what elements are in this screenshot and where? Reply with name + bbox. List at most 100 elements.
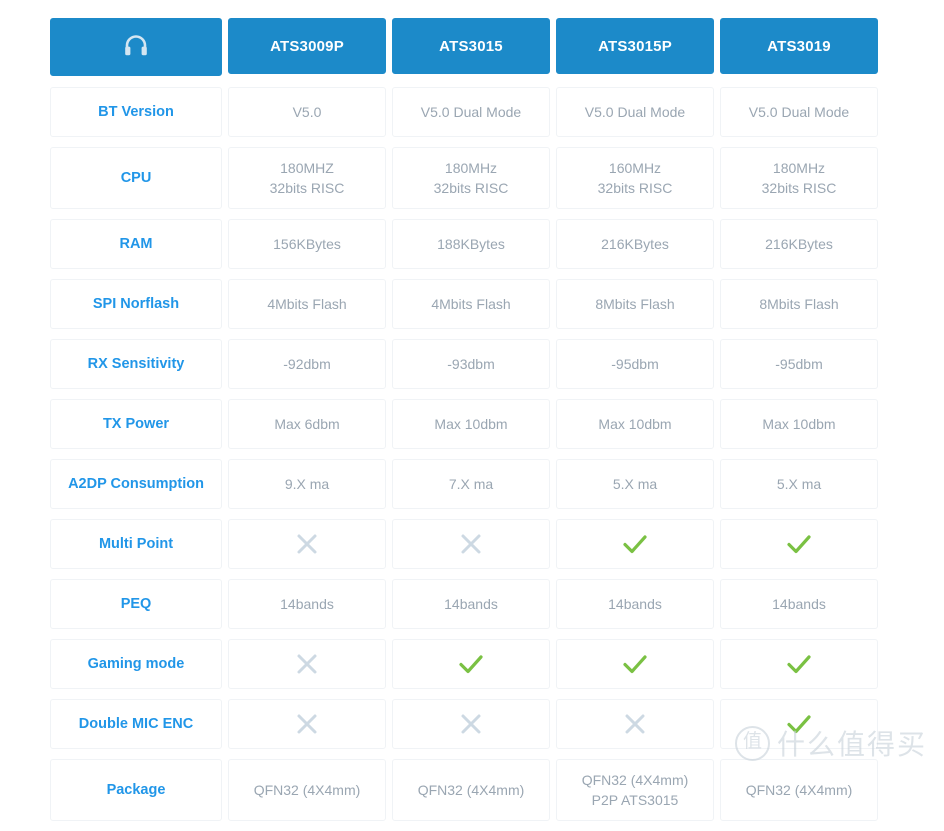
cell-value: -92dbm: [283, 355, 331, 372]
table-cell: [392, 519, 550, 569]
cell-value: QFN32 (4X4mm): [253, 781, 361, 798]
table-cell: [228, 639, 386, 689]
table-cell: [556, 699, 714, 749]
row-label: TX Power: [102, 415, 170, 432]
table-cell: 188KBytes: [392, 219, 550, 269]
row-label: BT Version: [98, 103, 174, 120]
check-icon: [622, 653, 648, 675]
table-grid: ATS3009P ATS3015 ATS3015P ATS3019 BT Ver…: [50, 18, 884, 831]
cell-value: 216KBytes: [601, 235, 669, 252]
table-row: BT Version V5.0 V5.0 Dual Mode V5.0 Dual Mo…: [50, 87, 884, 147]
cell-value: QFN32 (4X4mm): [745, 781, 853, 798]
table-cell: 8Mbits Flash: [720, 279, 878, 329]
header-label: ATS3015: [439, 37, 503, 55]
row-label-cell: RAM: [50, 219, 222, 269]
headphone-icon: [123, 33, 149, 61]
row-label-cell: A2DP Consumption: [50, 459, 222, 509]
header-cell-ats3009p: ATS3009P: [228, 18, 386, 74]
table-cell: V5.0 Dual Mode: [720, 87, 878, 137]
cell-value: 188KBytes: [437, 235, 505, 252]
cell-value: V5.0 Dual Mode: [748, 103, 850, 120]
row-label-cell: CPU: [50, 147, 222, 209]
row-label-cell: BT Version: [50, 87, 222, 137]
table-cell: 7.X ma: [392, 459, 550, 509]
table-cell: [392, 639, 550, 689]
cell-value: 5.X ma: [776, 475, 822, 492]
cell-value: V5.0: [292, 103, 322, 120]
table-cell: QFN32 (4X4mm): [228, 759, 386, 821]
table-cell: -95dbm: [556, 339, 714, 389]
row-label: Double MIC ENC: [78, 715, 194, 732]
table-cell: V5.0 Dual Mode: [392, 87, 550, 137]
header-cell-ats3019: ATS3019: [720, 18, 878, 74]
row-label-cell: PEQ: [50, 579, 222, 629]
check-icon: [622, 533, 648, 555]
cross-icon: [623, 712, 647, 736]
cell-value: -95dbm: [775, 355, 823, 372]
row-label: Package: [106, 781, 166, 798]
cross-icon: [459, 712, 483, 736]
table-row: CPU 180MHZ 32bits RISC 180MHz 32bits RISC 1…: [50, 147, 884, 219]
table-cell: 14bands: [720, 579, 878, 629]
cross-icon: [295, 532, 319, 556]
cross-icon: [295, 712, 319, 736]
row-label-cell: TX Power: [50, 399, 222, 449]
table-cell: 14bands: [556, 579, 714, 629]
table-cell: -92dbm: [228, 339, 386, 389]
table-row: RAM 156KBytes 188KBytes 216KBytes 216KBytes: [50, 219, 884, 279]
table-cell: 216KBytes: [720, 219, 878, 269]
table-cell: 5.X ma: [720, 459, 878, 509]
cell-value: 180MHz 32bits RISC: [433, 159, 509, 196]
spec-comparison-table: ATS3009P ATS3015 ATS3015P ATS3019 BT Ver…: [0, 0, 944, 821]
table-cell: [228, 519, 386, 569]
cell-value: QFN32 (4X4mm) P2P ATS3015: [581, 771, 689, 808]
cell-value: 14bands: [608, 595, 662, 612]
table-cell: QFN32 (4X4mm): [720, 759, 878, 821]
cell-value: 8Mbits Flash: [759, 295, 839, 312]
table-cell: Max 10dbm: [392, 399, 550, 449]
cell-value: 9.X ma: [284, 475, 330, 492]
table-header-row: ATS3009P ATS3015 ATS3015P ATS3019: [50, 18, 884, 87]
table-cell: [392, 699, 550, 749]
cell-value: -93dbm: [447, 355, 495, 372]
table-cell: 8Mbits Flash: [556, 279, 714, 329]
cell-value: 14bands: [280, 595, 334, 612]
cell-value: 180MHZ 32bits RISC: [269, 159, 345, 196]
table-cell: 14bands: [228, 579, 386, 629]
table-cell: -95dbm: [720, 339, 878, 389]
cross-icon: [459, 532, 483, 556]
row-label-cell: Package: [50, 759, 222, 821]
cell-value: 5.X ma: [612, 475, 658, 492]
header-cell-product-icon: [50, 18, 222, 76]
cell-value: 14bands: [444, 595, 498, 612]
table-row: RX Sensitivity -92dbm -93dbm -95dbm -95dbm: [50, 339, 884, 399]
row-label: CPU: [120, 169, 152, 186]
row-label: SPI Norflash: [92, 295, 180, 312]
table-row: A2DP Consumption 9.X ma 7.X ma 5.X ma 5.X ma: [50, 459, 884, 519]
cell-value: -95dbm: [611, 355, 659, 372]
cell-value: Max 6dbm: [274, 415, 340, 432]
cell-value: 8Mbits Flash: [595, 295, 675, 312]
cell-value: V5.0 Dual Mode: [584, 103, 686, 120]
table-row: Gaming mode: [50, 639, 884, 699]
cell-value: 4Mbits Flash: [267, 295, 347, 312]
header-label: ATS3015P: [598, 37, 672, 55]
table-cell: Max 6dbm: [228, 399, 386, 449]
table-cell: 180MHz 32bits RISC: [392, 147, 550, 209]
table-cell: 14bands: [392, 579, 550, 629]
cross-icon: [295, 652, 319, 676]
check-icon: [786, 713, 812, 735]
table-cell: QFN32 (4X4mm) P2P ATS3015: [556, 759, 714, 821]
table-row: SPI Norflash 4Mbits Flash 4Mbits Flash 8Mbi…: [50, 279, 884, 339]
table-row: Package QFN32 (4X4mm) QFN32 (4X4mm) QFN32 (…: [50, 759, 884, 831]
table-cell: 5.X ma: [556, 459, 714, 509]
table-cell: V5.0 Dual Mode: [556, 87, 714, 137]
cell-value: 180MHz 32bits RISC: [761, 159, 837, 196]
table-cell: [228, 699, 386, 749]
table-body: BT Version V5.0 V5.0 Dual Mode V5.0 Dual Mo…: [50, 87, 884, 831]
header-cell-ats3015p: ATS3015P: [556, 18, 714, 74]
table-cell: -93dbm: [392, 339, 550, 389]
table-cell: 9.X ma: [228, 459, 386, 509]
table-cell: Max 10dbm: [720, 399, 878, 449]
table-cell: 156KBytes: [228, 219, 386, 269]
